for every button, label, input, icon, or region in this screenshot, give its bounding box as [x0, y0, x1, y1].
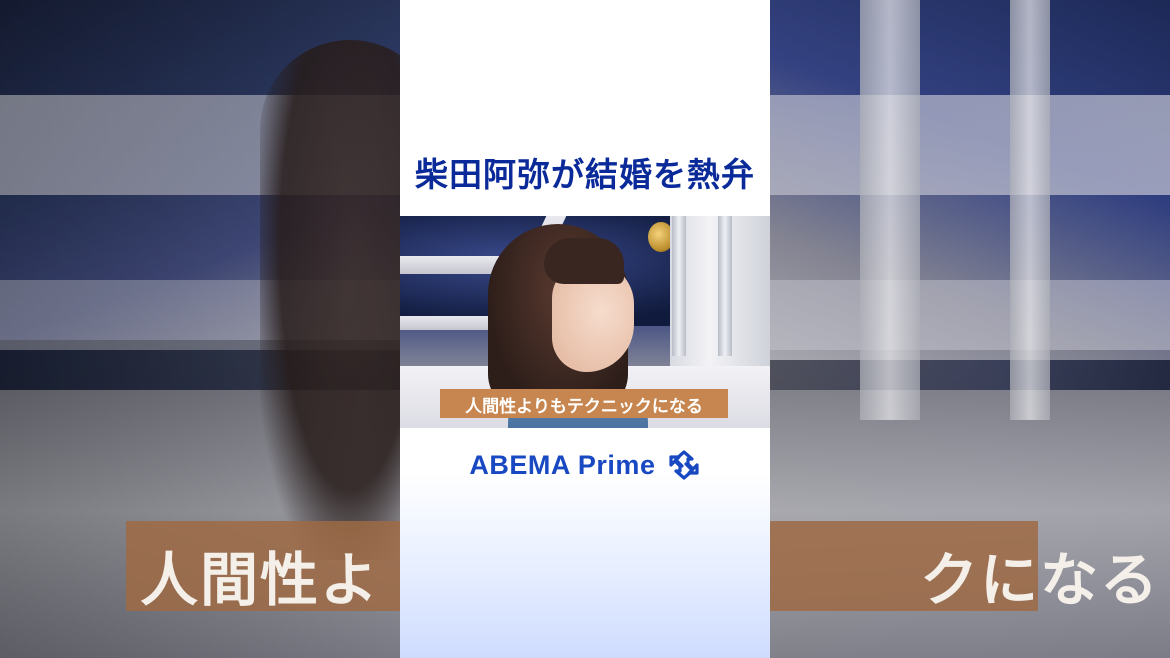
studio-window-frame	[400, 316, 500, 330]
brand-logo: ABEMA Prime	[400, 448, 770, 482]
subtitle-bar: 人間性よりもテクニックになる	[440, 389, 728, 418]
speaker-bangs	[544, 238, 624, 284]
background-pillar	[860, 0, 920, 420]
video-title: 柴田阿弥が結婚を熱弁	[415, 155, 755, 194]
brand-name: ABEMA Prime	[469, 449, 656, 480]
studio-pole	[672, 216, 686, 356]
background-pillar	[1010, 0, 1050, 420]
studio-pole	[718, 216, 732, 356]
subtitle-text: 人間性よりもテクニックになる	[465, 397, 703, 417]
background-caption-right: クになる	[920, 546, 1161, 614]
refresh-loop-icon	[668, 450, 699, 480]
short-video-card[interactable]: 柴田阿弥が結婚を熱弁 人間性よりもテクニックになる ABEMA Prime	[400, 0, 770, 658]
background-caption-left: 人間性よ	[140, 546, 381, 614]
